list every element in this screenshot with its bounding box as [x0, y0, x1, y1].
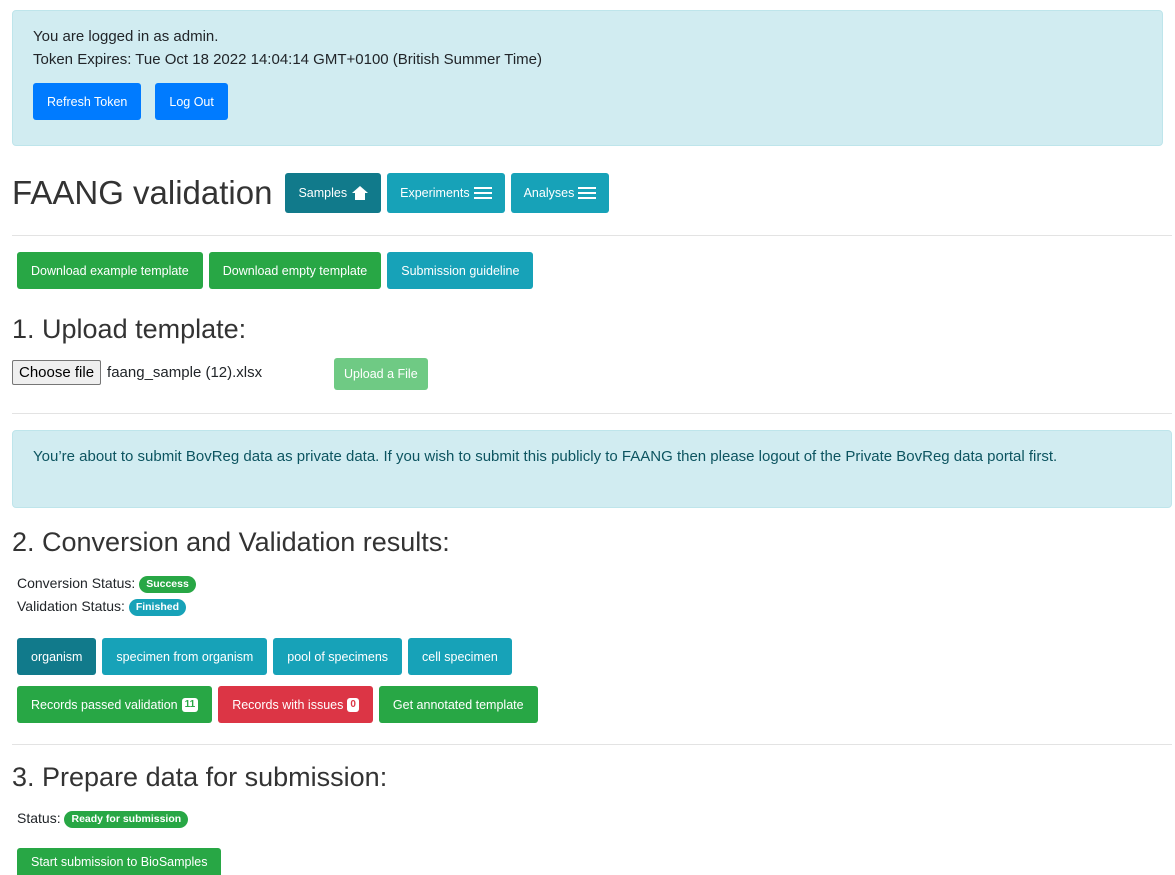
menu-icon: [578, 187, 597, 199]
records-with-issues-button[interactable]: Records with issues 0: [218, 686, 373, 723]
validation-status-label: Validation Status:: [17, 598, 125, 614]
login-user-text: You are logged in as admin.: [33, 28, 219, 45]
submission-status-label: Status:: [17, 810, 61, 826]
tab-analyses[interactable]: Analyses: [510, 173, 610, 213]
template-buttons: Download example template Download empty…: [17, 252, 534, 289]
tab-analyses-label: Analyses: [523, 186, 575, 200]
page-title: FAANG validation: [12, 174, 273, 211]
header: FAANG validation Samples Experiments Ana…: [12, 173, 615, 213]
tab-samples[interactable]: Samples: [285, 173, 382, 213]
tab-samples-label: Samples: [298, 186, 348, 200]
private-data-notice: You’re about to submit BovReg data as pr…: [12, 430, 1172, 508]
record-actions: Records passed validation 11 Records wit…: [17, 686, 538, 723]
submission-status-badge: Ready for submission: [64, 810, 189, 828]
file-input[interactable]: Choose file faang_sample (12).xlsx: [12, 360, 262, 385]
home-icon: [352, 186, 369, 200]
record-type-tabs: organism specimen from organism pool of …: [17, 638, 512, 675]
start-submission-button[interactable]: Start submission to BioSamples: [17, 848, 222, 875]
submission-guideline-button[interactable]: Submission guideline: [387, 252, 534, 289]
records-issues-label: Records with issues: [232, 697, 344, 712]
submission-status: Status: Ready for submission: [17, 807, 189, 829]
divider: [12, 744, 1172, 745]
tab-organism[interactable]: organism: [17, 638, 97, 675]
records-passed-label: Records passed validation: [31, 697, 178, 712]
records-issues-count: 0: [347, 697, 359, 712]
tab-specimen-from-organism[interactable]: specimen from organism: [102, 638, 268, 675]
conversion-status-label: Conversion Status:: [17, 575, 136, 591]
page: You are logged in as admin. Token Expire…: [0, 10, 1175, 875]
upload-file-button[interactable]: Upload a File: [334, 358, 428, 390]
submission-heading: 3. Prepare data for submission:: [12, 762, 388, 792]
divider: [12, 235, 1172, 236]
tab-experiments[interactable]: Experiments: [387, 173, 505, 213]
tab-cell-specimen[interactable]: cell specimen: [408, 638, 512, 675]
records-passed-button[interactable]: Records passed validation 11: [17, 686, 213, 723]
validation-status-badge: Finished: [128, 598, 186, 616]
divider: [12, 413, 1172, 414]
conversion-status-badge: Success: [139, 575, 196, 593]
choose-file-button[interactable]: Choose file: [12, 360, 102, 385]
private-data-notice-text: You’re about to submit BovReg data as pr…: [33, 448, 1058, 465]
download-example-template-button[interactable]: Download example template: [17, 252, 203, 289]
token-expiry-text: Token Expires: Tue Oct 18 2022 14:04:14 …: [33, 51, 542, 68]
menu-icon: [473, 187, 492, 199]
download-empty-template-button[interactable]: Download empty template: [208, 252, 382, 289]
login-alert: You are logged in as admin. Token Expire…: [12, 10, 1163, 146]
upload-heading: 1. Upload template:: [12, 314, 247, 344]
refresh-token-button[interactable]: Refresh Token: [33, 83, 142, 120]
tab-experiments-label: Experiments: [400, 186, 470, 200]
results-heading: 2. Conversion and Validation results:: [12, 527, 450, 557]
selected-file-name: faang_sample (12).xlsx: [107, 364, 263, 381]
validation-status: Validation Status: Finished: [17, 595, 186, 617]
get-annotated-template-button[interactable]: Get annotated template: [378, 686, 538, 723]
records-passed-count: 11: [181, 697, 199, 712]
tab-pool-of-specimens[interactable]: pool of specimens: [273, 638, 403, 675]
conversion-status: Conversion Status: Success: [17, 572, 196, 594]
log-out-button[interactable]: Log Out: [155, 83, 228, 120]
